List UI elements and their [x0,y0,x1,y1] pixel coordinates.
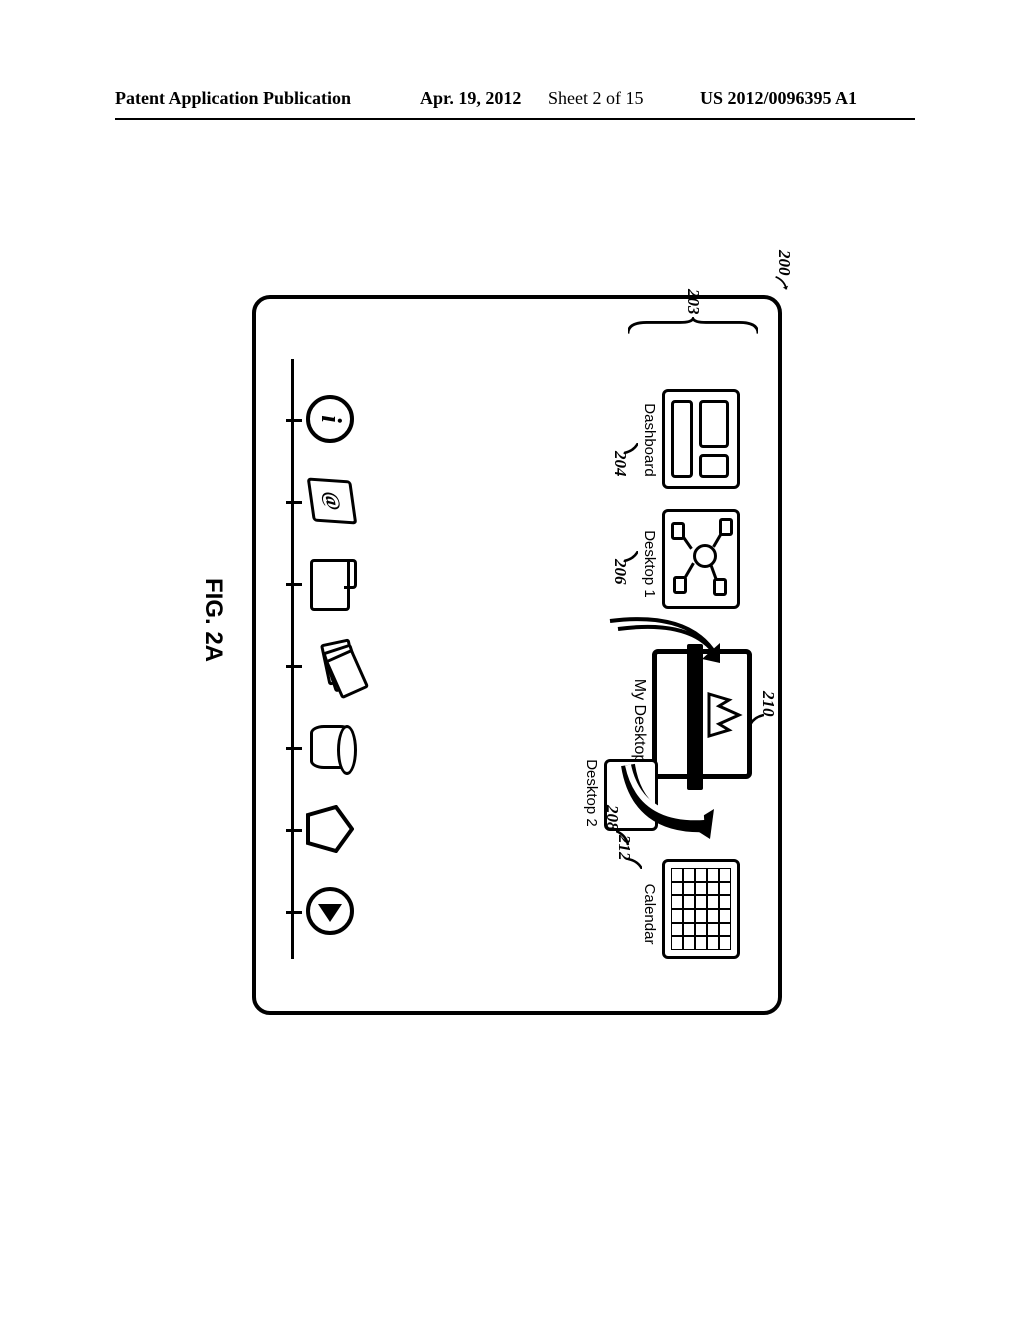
dock-at-icon[interactable]: @ [300,479,354,533]
dock-play-icon[interactable] [300,887,354,941]
play-icon [306,887,354,935]
thumbnail-row: Dashboard 204 Desktop 1 206 [608,339,758,979]
publication-label: Patent Application Publication [115,88,351,109]
folder-icon [310,559,350,611]
thumbnail-desktop2-label: Desktop 2 [583,743,600,843]
dock-stack-icon[interactable] [300,641,354,695]
dock-pentagon-icon[interactable] [300,805,354,859]
dashboard-widget-icon [671,400,693,478]
publication-date: Apr. 19, 2012 [420,88,521,109]
at-icon: @ [307,477,358,524]
dock-cylinder-icon[interactable] [300,725,354,779]
thumbnail-calendar[interactable] [662,859,740,959]
thumbnail-calendar-label: Calendar [641,859,658,969]
sheet-number: Sheet 2 of 15 [548,88,643,109]
ref-200: 200 [774,250,794,276]
ref-210: 210 [758,691,778,717]
sun-burst-icon [707,692,743,738]
ref-203: 203 [683,289,703,315]
dashboard-widget-icon [699,400,729,448]
thumbnail-dashboard-label: Dashboard [641,385,658,495]
cylinder-icon [310,725,354,769]
header-rule [115,118,915,120]
ref-206: 206 [610,559,630,585]
pentagon-icon [306,805,354,853]
network-globe-icon [693,544,717,568]
figure-rotated-container: 200 203 Dashboard 204 [242,210,782,1030]
dock-info-icon[interactable]: i [300,395,354,449]
stack-icon [312,641,354,691]
figure-label: FIG. 2A [199,210,227,1030]
ref-204: 204 [610,451,630,477]
info-icon: i [306,395,354,443]
swap-arrow-right-icon [618,759,718,839]
dashboard-widget-icon [699,454,729,478]
thumbnail-dashboard[interactable] [662,389,740,489]
figure-2a: 200 203 Dashboard 204 [242,210,782,1030]
swap-arrow-left-icon [600,607,720,667]
bracket-203-icon [628,317,758,339]
thumbnail-desktop1-label: Desktop 1 [641,509,658,619]
thumbnail-desktop1[interactable] [662,509,740,609]
dock-baseline [291,359,294,959]
network-node-icon [713,578,727,596]
dock: i @ [274,359,360,959]
calendar-grid-icon [671,868,731,950]
screen-frame: 203 Dashboard 204 [252,295,782,1015]
dock-folder-icon[interactable] [296,559,350,613]
ref-200-arrow-icon [772,275,790,293]
document-number: US 2012/0096395 A1 [700,88,857,109]
network-node-icon [673,576,687,594]
